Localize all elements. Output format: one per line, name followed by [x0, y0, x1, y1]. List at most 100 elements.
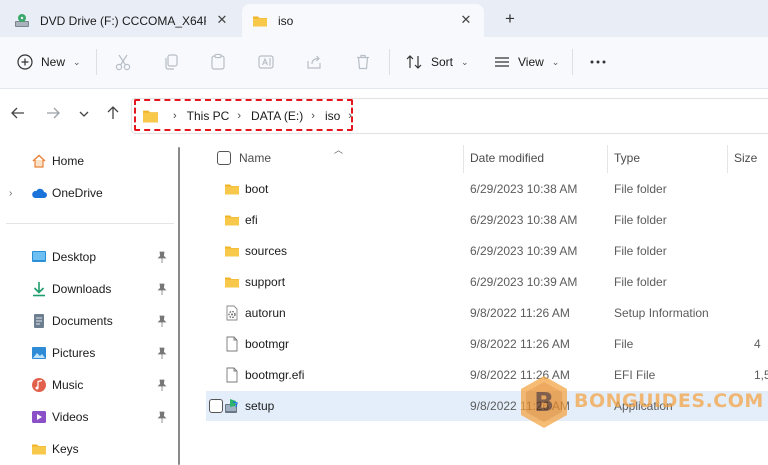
sidebar-item-documents[interactable]: Documents	[0, 307, 178, 335]
cut-button[interactable]	[114, 50, 132, 74]
file-type: File folder	[614, 275, 667, 289]
file-name: autorun	[245, 306, 286, 320]
view-button[interactable]: View ⌄	[494, 50, 559, 74]
setup-info-icon	[226, 305, 238, 321]
column-divider[interactable]	[727, 145, 728, 173]
new-button[interactable]: New ⌄	[17, 50, 81, 74]
rename-icon	[258, 55, 274, 69]
file-date: 9/8/2022 11:26 AM	[470, 306, 570, 320]
recent-chevron-icon[interactable]	[74, 105, 94, 125]
downloads-icon	[33, 282, 45, 297]
rename-button[interactable]	[257, 50, 275, 74]
file-type: File folder	[614, 244, 667, 258]
tab-dvd-drive[interactable]: DVD Drive (F:) CCCOMA_X64FRE_EN-US_DV9 ✕	[4, 4, 240, 37]
chevron-down-icon: ⌄	[461, 56, 469, 67]
breadcrumb-iso[interactable]: iso	[325, 109, 340, 123]
chevron-right-icon[interactable]: ›	[9, 188, 12, 199]
chevron-down-icon: ⌄	[551, 56, 560, 67]
desktop-icon	[32, 251, 46, 262]
pin-icon[interactable]	[157, 283, 167, 295]
sidebar-item-videos[interactable]: Videos	[0, 403, 178, 431]
file-size: 4	[754, 337, 761, 351]
file-row[interactable]: bootmgr 9/8/2022 11:26 AM File 4	[206, 329, 768, 359]
share-button[interactable]	[305, 50, 323, 74]
pin-icon[interactable]	[157, 379, 167, 391]
chevron-right-icon: ›	[173, 110, 177, 122]
tab-strip: DVD Drive (F:) CCCOMA_X64FRE_EN-US_DV9 ✕…	[0, 0, 768, 37]
back-arrow-icon[interactable]	[8, 105, 28, 125]
file-date: 6/29/2023 10:39 AM	[470, 275, 578, 289]
file-type: File folder	[614, 213, 667, 227]
select-all-checkbox[interactable]	[217, 143, 231, 173]
onedrive-cloud-icon	[32, 188, 47, 198]
more-button[interactable]	[589, 50, 607, 74]
sidebar-item-onedrive[interactable]: › OneDrive	[0, 179, 178, 207]
file-row[interactable]: support 6/29/2023 10:39 AM File folder	[206, 267, 768, 297]
delete-button[interactable]	[354, 50, 372, 74]
folder-icon	[143, 110, 158, 122]
sidebar-scrollbar[interactable]	[178, 147, 180, 465]
tab-iso[interactable]: iso ✕	[242, 4, 484, 37]
paste-button[interactable]	[209, 50, 227, 74]
file-date: 6/29/2023 10:38 AM	[470, 182, 578, 196]
file-name: bootmgr	[245, 337, 290, 351]
file-type: File folder	[614, 182, 667, 196]
cut-icon	[115, 54, 131, 71]
plus-icon[interactable]: +	[500, 10, 520, 30]
sidebar-item-home[interactable]: Home	[0, 147, 178, 175]
column-header-type[interactable]: Type	[614, 143, 640, 173]
pin-icon[interactable]	[157, 315, 167, 327]
home-icon	[32, 154, 46, 168]
svg-text:B: B	[534, 388, 554, 418]
documents-icon	[34, 314, 44, 328]
file-row[interactable]: sources 6/29/2023 10:39 AM File folder	[206, 236, 768, 266]
pin-icon[interactable]	[157, 347, 167, 359]
file-type: Setup Information	[614, 306, 709, 320]
column-divider[interactable]	[463, 145, 464, 173]
setup-app-icon	[225, 399, 238, 413]
videos-icon	[32, 411, 46, 423]
sort-icon	[406, 55, 422, 69]
column-header-name[interactable]: Name	[239, 143, 271, 173]
folder-icon	[225, 246, 239, 257]
toolbar-divider	[389, 49, 390, 75]
forward-arrow-icon[interactable]	[43, 105, 63, 125]
copy-icon	[165, 54, 178, 70]
sidebar-item-label: Pictures	[52, 346, 96, 360]
row-checkbox[interactable]	[209, 399, 223, 413]
up-arrow-icon[interactable]	[103, 105, 123, 125]
sidebar-item-downloads[interactable]: Downloads	[0, 275, 178, 303]
file-name: bootmgr.efi	[245, 368, 305, 382]
sidebar-item-label: OneDrive	[52, 186, 103, 200]
breadcrumb-data-e[interactable]: DATA (E:)	[251, 109, 303, 123]
file-row[interactable]: boot 6/29/2023 10:38 AM File folder	[206, 174, 768, 204]
folder-icon	[225, 277, 239, 288]
tab-label: iso	[278, 13, 294, 28]
new-label: New	[41, 55, 66, 69]
copy-button[interactable]	[162, 50, 180, 74]
more-icon	[590, 60, 606, 64]
close-tab-icon[interactable]: ✕	[458, 12, 474, 28]
sort-button[interactable]: Sort ⌄	[405, 50, 469, 74]
folder-icon	[32, 444, 46, 455]
column-header-size[interactable]: Size	[734, 143, 757, 173]
sidebar-divider	[6, 223, 174, 224]
file-row[interactable]: efi 6/29/2023 10:38 AM File folder	[206, 205, 768, 235]
close-tab-icon[interactable]: ✕	[214, 12, 230, 28]
pin-icon[interactable]	[157, 251, 167, 263]
file-date: 6/29/2023 10:39 AM	[470, 244, 578, 258]
column-divider[interactable]	[607, 145, 608, 173]
breadcrumb-this-pc[interactable]: This PC	[187, 109, 230, 123]
sidebar-item-desktop[interactable]: Desktop	[0, 243, 178, 271]
toolbar-divider	[572, 49, 573, 75]
sidebar-item-music[interactable]: Music	[0, 371, 178, 399]
file-type: File	[614, 337, 634, 351]
breadcrumb: › This PC › DATA (E:) › iso ›	[142, 107, 362, 125]
sidebar-item-keys[interactable]: Keys	[0, 435, 178, 463]
sidebar-item-label: Downloads	[52, 282, 112, 296]
tab-label: DVD Drive (F:) CCCOMA_X64FRE_EN-US_DV9	[40, 13, 206, 28]
pin-icon[interactable]	[157, 411, 167, 423]
file-row[interactable]: autorun 9/8/2022 11:26 AM Setup Informat…	[206, 298, 768, 328]
sidebar-item-pictures[interactable]: Pictures	[0, 339, 178, 367]
column-header-date-modified[interactable]: Date modified	[470, 143, 544, 173]
